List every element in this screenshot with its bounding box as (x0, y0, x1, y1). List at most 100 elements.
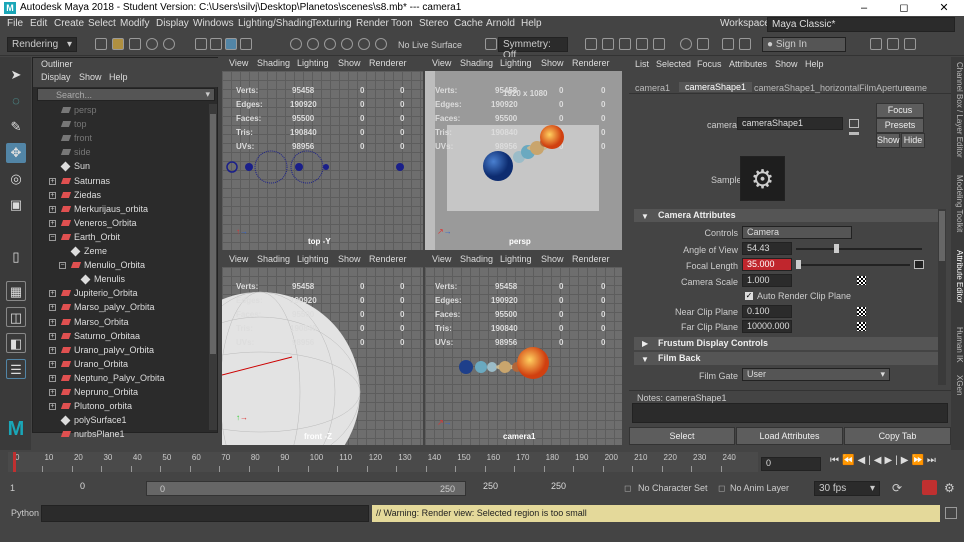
select-component-icon[interactable] (225, 38, 237, 50)
side-by-side-icon[interactable]: ◫ (6, 307, 26, 327)
hypershade-icon[interactable] (653, 38, 665, 50)
script-language-toggle[interactable]: Python (11, 508, 39, 518)
vp-menu-lighting[interactable]: Lighting (297, 254, 329, 264)
start-time[interactable]: 1 (10, 483, 15, 493)
outliner-item[interactable]: polySurface1 (33, 414, 207, 428)
select-hierarchy-icon[interactable] (195, 38, 207, 50)
current-frame-marker[interactable] (13, 452, 16, 472)
vp-menu-shading[interactable]: Shading (460, 58, 493, 68)
select-button[interactable]: Select (629, 427, 735, 445)
focal-length-slider[interactable] (796, 264, 910, 266)
menu-display[interactable]: Display (156, 18, 189, 29)
ae-scroll-thumb[interactable] (939, 211, 945, 261)
collapse-icon[interactable]: − (59, 262, 66, 270)
outliner-item[interactable]: + Jupiterio_Orbita (33, 287, 207, 301)
expand-icon[interactable]: + (49, 389, 56, 396)
film-back-section[interactable]: Film Back (634, 352, 938, 365)
menu-texturing[interactable]: Texturing (311, 18, 352, 29)
near-clip-map-icon[interactable] (857, 307, 866, 316)
outliner-item[interactable]: + Plutono_orbita (33, 400, 207, 414)
four-pane-icon[interactable]: ▦ (6, 281, 26, 301)
camera-scale-field[interactable]: 1.000 (742, 274, 792, 287)
select-mask-icon[interactable] (240, 38, 252, 50)
ae-menu-list[interactable]: List (635, 59, 649, 69)
select-object-icon[interactable] (210, 38, 222, 50)
command-input[interactable] (41, 505, 369, 522)
toggle-tool-settings-icon[interactable] (887, 38, 899, 50)
menu-windows[interactable]: Windows (193, 18, 234, 29)
open-scene-icon[interactable] (112, 38, 124, 50)
menu-cache[interactable]: Cache (454, 18, 483, 29)
copy-tab-button[interactable]: Copy Tab (844, 427, 951, 445)
new-scene-icon[interactable] (95, 38, 107, 50)
menu-help[interactable]: Help (521, 18, 542, 29)
outliner-item[interactable]: + Merkurijaus_orbita (33, 203, 207, 217)
outliner-item[interactable]: + Saturno_Orbitaa (33, 330, 207, 344)
animation-prefs-icon[interactable]: ⚙ (944, 481, 955, 495)
step-back-key-icon[interactable]: ⏪ (842, 455, 857, 466)
angle-of-view-handle[interactable] (834, 244, 839, 253)
play-backward-icon[interactable]: ◀ (874, 455, 885, 466)
live-surface-label[interactable]: No Live Surface (398, 40, 462, 50)
presets-button[interactable]: Presets (876, 118, 924, 133)
outliner-item[interactable]: side (33, 146, 207, 160)
snap-point-icon[interactable] (324, 38, 336, 50)
persp-outliner-icon[interactable]: ◧ (6, 333, 26, 353)
angle-of-view-slider[interactable] (796, 248, 922, 250)
outliner-layout-icon[interactable]: ☰ (6, 359, 26, 379)
snap-curve-icon[interactable] (307, 38, 319, 50)
expand-icon[interactable]: + (49, 191, 56, 199)
end-time-field[interactable]: 250 (479, 481, 541, 496)
tab-human-ik[interactable]: Human IK (951, 327, 964, 363)
outliner-search-input[interactable]: Search... ▾ (37, 88, 215, 101)
paint-select-icon[interactable]: ✎ (6, 117, 26, 137)
ae-menu-attributes[interactable]: Attributes (729, 59, 767, 69)
outliner-menu-help[interactable]: Help (109, 72, 128, 82)
expand-icon[interactable]: + (49, 332, 56, 340)
map-button-icon[interactable] (914, 260, 924, 269)
snap-view-icon[interactable] (341, 38, 353, 50)
outliner-item[interactable]: persp (33, 104, 207, 118)
outliner-item[interactable]: Zeme (33, 245, 207, 259)
channel-box-icon[interactable] (739, 38, 751, 50)
go-to-start-icon[interactable]: ⏮ (830, 455, 842, 466)
go-to-input-icon[interactable] (849, 119, 859, 128)
vp-menu-show[interactable]: Show (541, 254, 564, 264)
ae-menu-help[interactable]: Help (805, 59, 824, 69)
expand-icon[interactable]: + (49, 318, 56, 326)
outliner-item[interactable]: + Nepruno_Orbita (33, 386, 207, 400)
anim-layer-label[interactable]: No Anim Layer (730, 483, 789, 493)
outliner-scrollbar[interactable] (209, 104, 217, 430)
near-clip-field[interactable]: 0.100 (742, 305, 792, 318)
vp-menu-view[interactable]: View (432, 254, 451, 264)
symmetry-icon[interactable] (485, 38, 497, 50)
snap-vertex-icon[interactable] (375, 38, 387, 50)
sign-in-button[interactable]: ● Sign In (762, 37, 846, 52)
auto-key-icon[interactable] (922, 480, 937, 495)
show-button[interactable]: Show (876, 133, 900, 148)
outliner-item[interactable]: + Veneros_Orbita (33, 217, 207, 231)
menu-create[interactable]: Create (54, 18, 84, 29)
controls-select[interactable]: Camera (742, 226, 852, 239)
outliner-item[interactable]: + Saturnas (33, 175, 207, 189)
outliner-item[interactable]: nurbsPlane1 (33, 428, 207, 442)
menu-select[interactable]: Select (88, 18, 116, 29)
single-pane-icon[interactable]: ▯ (6, 247, 26, 267)
vp-menu-lighting[interactable]: Lighting (297, 58, 329, 68)
range-bar[interactable]: 0 250 (146, 481, 466, 496)
menuset-select[interactable]: Rendering ▾ (7, 37, 77, 52)
expand-icon[interactable]: + (49, 403, 56, 411)
focal-length-handle[interactable] (796, 260, 801, 269)
collapse-icon[interactable]: − (49, 233, 56, 241)
node-name-field[interactable]: cameraShape1 (737, 117, 843, 130)
outliner-item[interactable]: + Marso_Orbita (33, 316, 207, 330)
outliner-item[interactable]: + Marso_palyv_Orbita (33, 301, 207, 315)
vp-menu-shading[interactable]: Shading (460, 254, 493, 264)
viewport-top[interactable]: View Shading Lighting Show Renderer Verts: E… (222, 57, 423, 250)
vp-menu-view[interactable]: View (229, 58, 248, 68)
tab-modeling-toolkit[interactable]: Modeling Toolkit (951, 175, 964, 232)
step-back-frame-icon[interactable]: ◀| (857, 455, 873, 466)
maximize-button[interactable]: ◻ (884, 0, 924, 16)
viewport-camera[interactable]: View Shading Lighting Show Renderer Verts: E… (425, 253, 622, 445)
expand-icon[interactable]: + (49, 374, 56, 382)
